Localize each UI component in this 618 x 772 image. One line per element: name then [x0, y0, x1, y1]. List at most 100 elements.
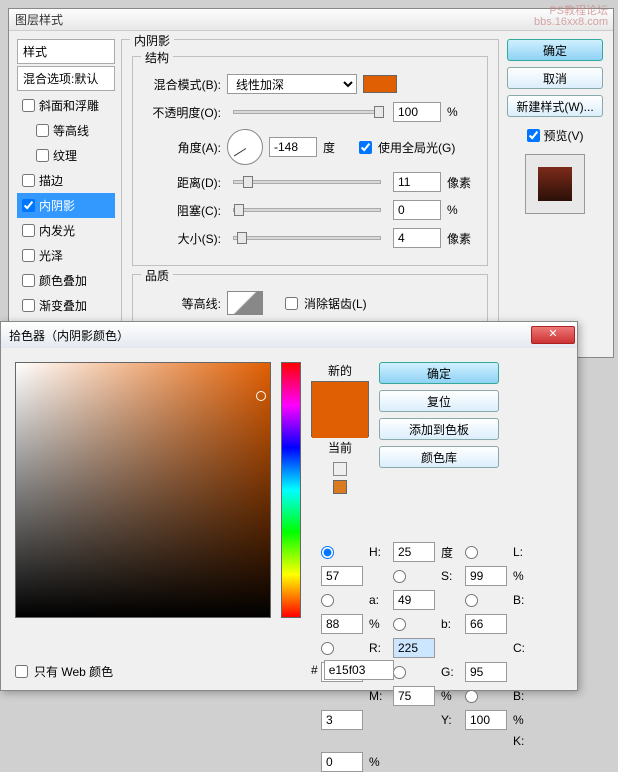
style-item-check-4[interactable]: [22, 199, 35, 212]
brgb-input[interactable]: [321, 710, 363, 730]
style-item-1[interactable]: 等高线: [17, 118, 115, 143]
r-radio[interactable]: [321, 642, 334, 655]
style-item-check-2[interactable]: [36, 149, 49, 162]
m-input[interactable]: [393, 686, 435, 706]
blab-label: b:: [441, 617, 459, 631]
watermark-l2: bbs.16xx8.com: [534, 16, 608, 28]
preview-check[interactable]: [527, 129, 540, 142]
new-style-button[interactable]: 新建样式(W)...: [507, 95, 603, 117]
sv-field[interactable]: [15, 362, 271, 618]
style-item-check-0[interactable]: [22, 99, 35, 112]
cancel-button[interactable]: 取消: [507, 67, 603, 89]
panel-title: 内阴影: [130, 32, 174, 49]
distance-slider[interactable]: [233, 180, 381, 184]
r-input[interactable]: [393, 638, 435, 658]
style-item-label-3: 描边: [39, 172, 63, 189]
hue-slider[interactable]: [281, 362, 301, 618]
m-unit: %: [441, 689, 459, 703]
layer-style-title: 图层样式: [15, 11, 63, 28]
blab-input[interactable]: [465, 614, 507, 634]
l-input[interactable]: [321, 566, 363, 586]
close-button[interactable]: ✕: [531, 326, 575, 344]
blab-radio[interactable]: [393, 618, 406, 631]
picker-titlebar[interactable]: 拾色器（内阴影颜色） ✕: [1, 322, 577, 348]
h-input[interactable]: [393, 542, 435, 562]
ok-button[interactable]: 确定: [507, 39, 603, 61]
new-label: 新的: [328, 362, 352, 379]
style-item-5[interactable]: 内发光: [17, 218, 115, 243]
style-item-7[interactable]: 颜色叠加: [17, 268, 115, 293]
gamut-warning-icon[interactable]: [333, 462, 347, 476]
style-item-label-7: 颜色叠加: [39, 272, 87, 289]
style-item-4[interactable]: 内阴影: [17, 193, 115, 218]
style-item-8[interactable]: 渐变叠加: [17, 293, 115, 318]
style-item-label-8: 渐变叠加: [39, 297, 87, 314]
hex-input[interactable]: [324, 660, 394, 680]
g-label: G:: [441, 665, 459, 679]
choke-input[interactable]: [393, 200, 441, 220]
web-only-check[interactable]: [15, 665, 28, 678]
layer-style-titlebar[interactable]: 图层样式: [9, 9, 613, 31]
color-swatch[interactable]: [363, 75, 397, 93]
style-item-0[interactable]: 斜面和浮雕: [17, 93, 115, 118]
sv-cursor-icon: [256, 391, 266, 401]
choke-label: 阻塞(C):: [143, 202, 221, 219]
angle-dial[interactable]: [227, 129, 263, 165]
style-item-label-2: 纹理: [53, 147, 77, 164]
picker-ok-button[interactable]: 确定: [379, 362, 499, 384]
h-unit: 度: [441, 544, 459, 561]
new-current-swatch[interactable]: [311, 381, 369, 437]
a-radio[interactable]: [321, 594, 334, 607]
blend-mode-select[interactable]: 线性加深: [227, 74, 357, 94]
style-item-check-3[interactable]: [22, 174, 35, 187]
c-label: C:: [513, 641, 531, 655]
style-item-check-7[interactable]: [22, 274, 35, 287]
opacity-input[interactable]: [393, 102, 441, 122]
web-only-label: 只有 Web 颜色: [34, 663, 113, 680]
antialias-check[interactable]: [285, 297, 298, 310]
b-radio[interactable]: [465, 594, 478, 607]
y-input[interactable]: [465, 710, 507, 730]
style-item-label-5: 内发光: [39, 222, 75, 239]
style-item-2[interactable]: 纹理: [17, 143, 115, 168]
m-label: M:: [369, 689, 387, 703]
picker-title: 拾色器（内阴影颜色）: [9, 327, 129, 344]
style-item-check-8[interactable]: [22, 299, 35, 312]
a-input[interactable]: [393, 590, 435, 610]
s-radio[interactable]: [393, 570, 406, 583]
brgb-radio[interactable]: [465, 690, 478, 703]
s-input[interactable]: [465, 566, 507, 586]
style-item-check-1[interactable]: [36, 124, 49, 137]
g-radio[interactable]: [393, 666, 406, 679]
style-item-3[interactable]: 描边: [17, 168, 115, 193]
y-unit: %: [513, 713, 531, 727]
style-item-check-6[interactable]: [22, 249, 35, 262]
style-item-check-5[interactable]: [22, 224, 35, 237]
style-item-6[interactable]: 光泽: [17, 243, 115, 268]
l-label: L:: [513, 545, 531, 559]
picker-reset-button[interactable]: 复位: [379, 390, 499, 412]
size-input[interactable]: [393, 228, 441, 248]
distance-label: 距离(D):: [143, 174, 221, 191]
opacity-label: 不透明度(O):: [143, 104, 221, 121]
opacity-slider[interactable]: [233, 110, 381, 114]
size-slider[interactable]: [233, 236, 381, 240]
color-picker-window: 拾色器（内阴影颜色） ✕ 新的 当前 确定 复位 添加到色板 颜色库 H:度 L…: [0, 321, 578, 691]
contour-swatch[interactable]: [227, 291, 263, 315]
g-input[interactable]: [465, 662, 507, 682]
bhsb-label: B:: [513, 593, 531, 607]
angle-input[interactable]: [269, 137, 317, 157]
h-radio[interactable]: [321, 546, 334, 559]
global-light-check[interactable]: [359, 141, 372, 154]
l-radio[interactable]: [465, 546, 478, 559]
k-input[interactable]: [321, 752, 363, 772]
distance-input[interactable]: [393, 172, 441, 192]
color-lib-button[interactable]: 颜色库: [379, 446, 499, 468]
r-label: R:: [369, 641, 387, 655]
preview-label: 预览(V): [544, 127, 584, 144]
blend-default[interactable]: 混合选项:默认: [17, 66, 115, 91]
bhsb-input[interactable]: [321, 614, 363, 634]
choke-slider[interactable]: [233, 208, 381, 212]
websafe-swatch-icon[interactable]: [333, 480, 347, 494]
add-swatch-button[interactable]: 添加到色板: [379, 418, 499, 440]
